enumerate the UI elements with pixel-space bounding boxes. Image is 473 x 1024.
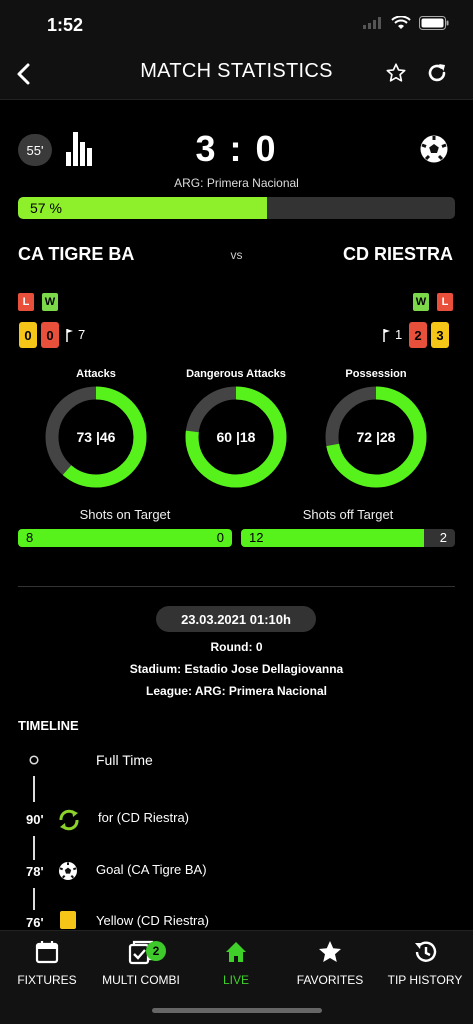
timeline-event-text: Yellow (CD Riestra) xyxy=(96,913,209,928)
corner-flag-icon xyxy=(383,328,390,342)
timeline-connector xyxy=(33,888,35,910)
substitution-icon xyxy=(59,809,79,831)
round-label: Round: xyxy=(210,640,253,654)
timeline-connector xyxy=(33,836,35,860)
favorite-star-icon[interactable] xyxy=(385,62,407,84)
tab-favorites[interactable]: FAVORITES xyxy=(283,939,377,987)
match-progress-label: 57 % xyxy=(30,200,62,216)
possession-value: 72 |28 xyxy=(356,429,396,445)
wifi-icon xyxy=(391,16,411,29)
tab-bar: FIXTURES 2 MULTI COMBI LIVE FAVORITES TI… xyxy=(0,930,473,1024)
shots-off-target-bar: 12 2 xyxy=(241,529,455,547)
star-icon xyxy=(319,941,341,962)
away-form-chip: W xyxy=(413,293,429,311)
away-yellow-cards: 3 xyxy=(431,322,449,348)
home-indicator xyxy=(152,1008,322,1013)
shots-on-target-bar: 8 0 xyxy=(18,529,232,547)
timeline-event-minute: 90' xyxy=(26,812,44,827)
away-corners: 1 xyxy=(383,327,402,342)
tab-label: TIP HISTORY xyxy=(387,973,463,987)
home-form-chip: L xyxy=(18,293,34,311)
timeline-connector xyxy=(33,776,35,802)
home-corners: 7 xyxy=(66,327,85,342)
signal-icon xyxy=(363,17,381,29)
tab-label: FAVORITES xyxy=(296,973,364,987)
divider xyxy=(18,586,455,587)
stadium-label: Stadium: xyxy=(129,662,182,676)
league-info: League: ARG: Primera Nacional xyxy=(0,684,473,698)
shots-on-target-away: 0 xyxy=(216,530,224,545)
yellow-card-icon xyxy=(60,911,76,929)
match-datetime: 23.03.2021 01:10h xyxy=(156,606,316,632)
match-progress-bar: 57 % xyxy=(18,197,455,219)
tab-multi-combi[interactable]: 2 MULTI COMBI xyxy=(94,939,188,987)
away-form-chip: L xyxy=(437,293,453,311)
home-icon xyxy=(226,942,246,962)
tab-label: LIVE xyxy=(222,973,249,987)
shots-off-target-home: 12 xyxy=(249,530,264,545)
league-label: League: xyxy=(146,684,193,698)
timeline-event-minute: 78' xyxy=(26,864,44,879)
shots-off-target-fill xyxy=(241,529,425,547)
home-red-cards: 0 xyxy=(41,322,59,348)
league-value: ARG: Primera Nacional xyxy=(194,684,327,698)
multi-combi-badge: 2 xyxy=(146,941,166,961)
battery-icon xyxy=(419,16,449,30)
shots-on-target-home: 8 xyxy=(26,530,34,545)
possession-title: Possession xyxy=(345,368,407,380)
shots-on-target-title: Shots on Target xyxy=(79,507,171,522)
circle-icon xyxy=(29,755,39,765)
round-value: 0 xyxy=(255,640,263,654)
tab-tip-history[interactable]: TIP HISTORY xyxy=(378,939,472,987)
shots-off-target-title: Shots off Target xyxy=(302,507,394,522)
stadium-info: Stadium: Estadio Jose Dellagiovanna xyxy=(0,662,473,676)
timeline-event-text: Full Time xyxy=(96,752,153,768)
match-score: 3 : 0 xyxy=(195,128,278,169)
attacks-value: 73 |46 xyxy=(76,429,116,445)
calendar-icon xyxy=(35,941,59,964)
away-team-name: CD RIESTRA xyxy=(342,244,453,264)
corner-flag-icon xyxy=(66,328,73,342)
tab-live[interactable]: LIVE xyxy=(189,939,283,987)
status-time: 1:52 xyxy=(47,15,84,35)
tab-label: FIXTURES xyxy=(17,973,77,987)
home-corners-count: 7 xyxy=(78,327,86,342)
away-red-cards: 2 xyxy=(409,322,427,348)
shots-on-target-fill xyxy=(18,529,232,547)
nav-bar: MATCH STATISTICS xyxy=(0,48,473,100)
timeline-title: TIMELINE xyxy=(18,718,79,733)
round-info: Round: 0 xyxy=(0,640,473,654)
dangerous-attacks-title: Dangerous Attacks xyxy=(186,368,286,380)
timeline-event-text: for (CD Riestra) xyxy=(98,810,190,825)
home-form-chip: W xyxy=(42,293,58,311)
status-bar: 1:52 xyxy=(0,0,473,48)
league-name: ARG: Primera Nacional xyxy=(174,176,299,190)
football-icon xyxy=(420,135,448,163)
tab-label: MULTI COMBI xyxy=(102,973,180,987)
timeline-event-text: Goal (CA Tigre BA) xyxy=(96,862,207,877)
attacks-title: Attacks xyxy=(76,368,116,380)
status-icons xyxy=(363,16,449,30)
refresh-icon[interactable] xyxy=(425,61,449,85)
home-yellow-cards: 0 xyxy=(19,322,37,348)
ball-icon xyxy=(59,862,77,880)
away-corners-count: 1 xyxy=(395,327,403,342)
stadium-value: Estadio Jose Dellagiovanna xyxy=(184,662,344,676)
dangerous-attacks-value: 60 |18 xyxy=(216,429,256,445)
timeline-event-minute: 76' xyxy=(26,915,44,930)
history-icon xyxy=(415,941,437,962)
tab-fixtures[interactable]: FIXTURES xyxy=(0,939,94,987)
shots-off-target-away: 2 xyxy=(439,530,447,545)
